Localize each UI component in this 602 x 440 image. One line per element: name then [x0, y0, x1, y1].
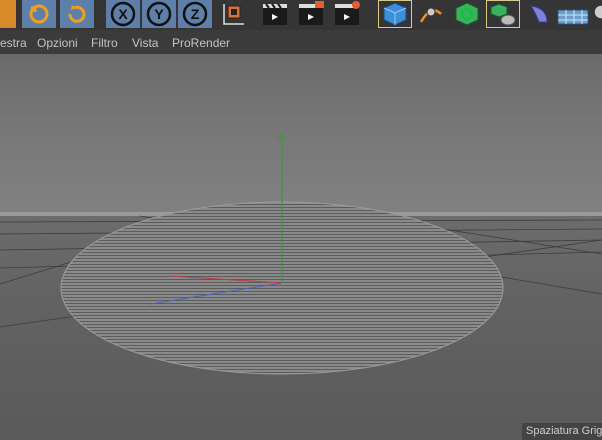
recent-tools-icon[interactable] — [60, 0, 94, 28]
cube-icon[interactable] — [378, 0, 412, 28]
coordinate-system-icon[interactable] — [216, 0, 250, 28]
render-view-icon[interactable] — [258, 0, 292, 28]
rotate-icon[interactable] — [22, 0, 56, 28]
z-axis-lock-icon[interactable]: Z — [178, 0, 212, 28]
z-axis-label: Z — [191, 6, 200, 22]
grid-spacing-label: Spaziatura Griglia — [522, 423, 602, 440]
y-axis-label: Y — [154, 6, 164, 22]
render-to-picture-viewer-icon[interactable] — [294, 0, 328, 28]
menu-vista[interactable]: Vista — [132, 30, 158, 54]
deformer-icon[interactable] — [522, 0, 556, 28]
menu-finestra[interactable]: estra — [0, 30, 27, 54]
viewport-scene — [0, 132, 602, 375]
menu-filtro[interactable]: Filtro — [91, 30, 118, 54]
viewport-menubar: estra Opzioni Filtro Vista ProRender — [0, 30, 602, 55]
scale-icon[interactable] — [0, 0, 16, 28]
array-icon[interactable] — [486, 0, 520, 28]
x-axis-label: X — [118, 6, 128, 22]
render-settings-icon[interactable] — [330, 0, 364, 28]
menu-opzioni[interactable]: Opzioni — [37, 30, 78, 54]
camera-icon[interactable] — [592, 0, 602, 28]
3d-viewport[interactable] — [0, 54, 602, 440]
x-axis-lock-icon[interactable]: X — [106, 0, 140, 28]
pen-spline-icon[interactable] — [414, 0, 448, 28]
floor-icon[interactable] — [556, 0, 590, 28]
menu-prorender[interactable]: ProRender — [172, 30, 230, 54]
main-toolbar: X Y Z — [0, 0, 602, 30]
y-axis-lock-icon[interactable]: Y — [142, 0, 176, 28]
subdivision-surface-icon[interactable] — [450, 0, 484, 28]
